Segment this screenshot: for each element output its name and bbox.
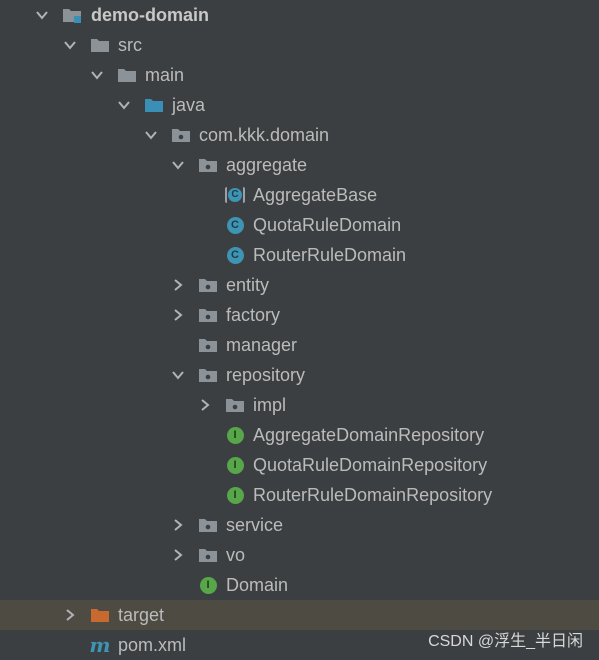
tree-row-aggregatedomainrepository[interactable]: I AggregateDomainRepository [0, 420, 599, 450]
tree-row-factory[interactable]: factory [0, 300, 599, 330]
chevron-right-icon[interactable] [197, 390, 213, 420]
folder-icon [117, 65, 137, 85]
package-icon [198, 335, 218, 355]
package-icon [225, 395, 245, 415]
package-icon [198, 305, 218, 325]
tree-label: manager [226, 335, 298, 355]
tree-row-com-kkk-domain[interactable]: com.kkk.domain [0, 120, 599, 150]
tree-row-main[interactable]: main [0, 60, 599, 90]
project-tree: demo-domain src main java com.kkk.domain… [0, 0, 599, 660]
chevron-right-icon[interactable] [170, 300, 186, 330]
tree-row-routerruledomain[interactable]: C RouterRuleDomain [0, 240, 599, 270]
interface-icon: I [225, 485, 245, 505]
tree-row-aggregatebase[interactable]: C AggregateBase [0, 180, 599, 210]
chevron-right-icon[interactable] [170, 540, 186, 570]
excluded-folder-icon [90, 605, 110, 625]
tree-label: RouterRuleDomainRepository [253, 485, 493, 505]
tree-row-entity[interactable]: entity [0, 270, 599, 300]
tree-row-domain[interactable]: I Domain [0, 570, 599, 600]
chevron-right-icon[interactable] [170, 270, 186, 300]
tree-label: entity [226, 275, 270, 295]
interface-icon: I [225, 455, 245, 475]
chevron-down-icon[interactable] [89, 60, 105, 90]
chevron-right-icon[interactable] [62, 600, 78, 630]
tree-row-service[interactable]: service [0, 510, 599, 540]
tree-row-target[interactable]: target [0, 600, 599, 630]
tree-label: QuotaRuleDomainRepository [253, 455, 488, 475]
module-folder-icon [62, 5, 82, 25]
tree-row-java[interactable]: java [0, 90, 599, 120]
class-icon: C [225, 245, 245, 265]
chevron-down-icon[interactable] [170, 150, 186, 180]
tree-row-impl[interactable]: impl [0, 390, 599, 420]
tree-row-quotaruledomain[interactable]: C QuotaRuleDomain [0, 210, 599, 240]
tree-label: AggregateBase [253, 185, 378, 205]
tree-row-vo[interactable]: vo [0, 540, 599, 570]
tree-row-manager[interactable]: manager [0, 330, 599, 360]
tree-label: service [226, 515, 284, 535]
chevron-down-icon[interactable] [170, 360, 186, 390]
package-icon [198, 515, 218, 535]
source-root-folder-icon [144, 95, 164, 115]
tree-label: AggregateDomainRepository [253, 425, 485, 445]
package-icon [198, 275, 218, 295]
tree-row-repository[interactable]: repository [0, 360, 599, 390]
maven-icon: m [89, 633, 111, 657]
tree-row-demo-domain[interactable]: demo-domain [0, 0, 599, 30]
tree-row-routerruledomainrepository[interactable]: I RouterRuleDomainRepository [0, 480, 599, 510]
tree-label: repository [226, 365, 306, 385]
tree-label: QuotaRuleDomain [253, 215, 402, 235]
tree-label: vo [226, 545, 246, 565]
tree-label: demo-domain [91, 5, 210, 25]
interface-icon: I [198, 575, 218, 595]
class-icon: C [225, 215, 245, 235]
interface-icon: I [225, 425, 245, 445]
package-icon [198, 155, 218, 175]
tree-row-src[interactable]: src [0, 30, 599, 60]
tree-row-quotaruledomainrepository[interactable]: I QuotaRuleDomainRepository [0, 450, 599, 480]
tree-label: java [172, 95, 206, 115]
chevron-down-icon[interactable] [116, 90, 132, 120]
tree-label: aggregate [226, 155, 308, 175]
tree-label: impl [253, 395, 287, 415]
chevron-down-icon[interactable] [143, 120, 159, 150]
watermark: CSDN @浮生_半日闲 [428, 633, 583, 650]
package-icon [171, 125, 191, 145]
folder-icon [90, 35, 110, 55]
chevron-down-icon[interactable] [34, 0, 50, 30]
chevron-down-icon[interactable] [62, 30, 78, 60]
tree-label: Domain [226, 575, 289, 595]
tree-label: main [145, 65, 185, 85]
package-icon [198, 365, 218, 385]
tree-label: com.kkk.domain [199, 125, 330, 145]
tree-row-aggregate[interactable]: aggregate [0, 150, 599, 180]
tree-label: src [118, 35, 142, 55]
tree-label: RouterRuleDomain [253, 245, 407, 265]
tree-label: target [118, 605, 165, 625]
package-icon [198, 545, 218, 565]
abstract-class-icon: C [225, 185, 245, 205]
tree-label: pom.xml [118, 635, 187, 655]
chevron-right-icon[interactable] [170, 510, 186, 540]
tree-label: factory [226, 305, 281, 325]
